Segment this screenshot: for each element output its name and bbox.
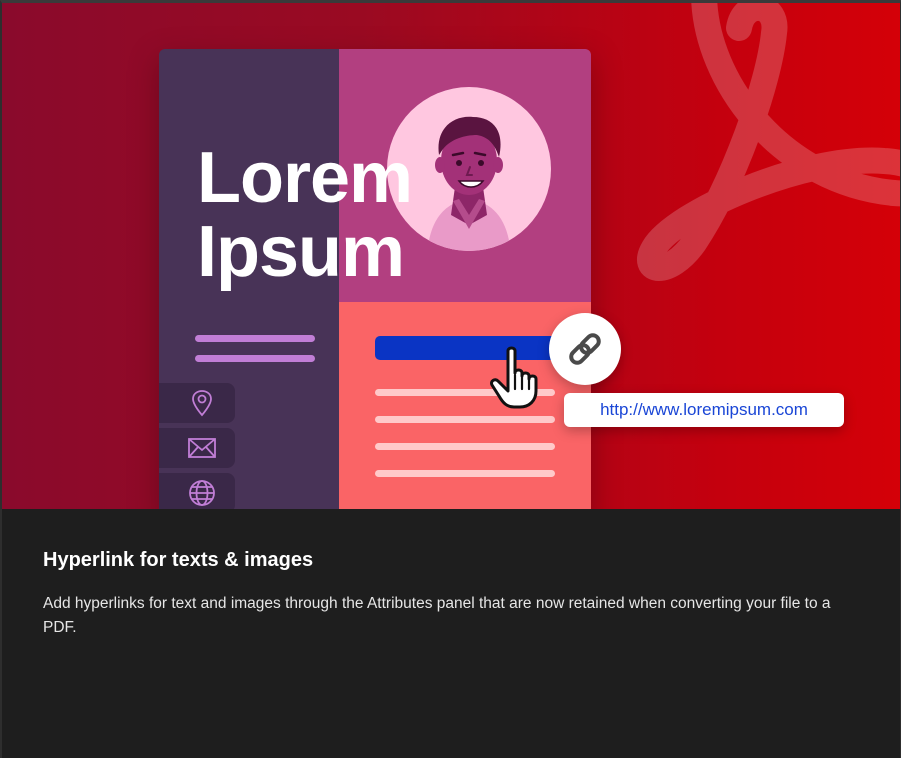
chain-link-icon bbox=[569, 333, 601, 365]
globe-icon bbox=[189, 480, 215, 506]
text-line-placeholder bbox=[375, 443, 555, 450]
card-title: Lorem Ipsum bbox=[197, 138, 413, 292]
text-line-placeholder bbox=[375, 470, 555, 477]
location-pin-icon bbox=[192, 390, 212, 417]
hand-pointer-icon bbox=[490, 346, 538, 409]
acrobat-logo bbox=[637, 3, 900, 281]
url-tooltip: http://www.loremipsum.com bbox=[564, 393, 844, 427]
resume-card: Lorem Ipsum bbox=[159, 49, 591, 509]
email-tile bbox=[159, 428, 235, 468]
feature-caption: Hyperlink for texts & images Add hyperli… bbox=[43, 549, 863, 640]
envelope-icon bbox=[188, 438, 216, 458]
text-line-placeholder bbox=[195, 335, 315, 342]
card-title-line1: Lorem bbox=[197, 138, 413, 218]
hero-illustration: Lorem Ipsum http://www.loremipsum.com bbox=[2, 3, 900, 509]
location-tile bbox=[159, 383, 235, 423]
text-line-placeholder bbox=[375, 416, 555, 423]
card-title-line2: Ipsum bbox=[197, 212, 405, 292]
text-line-placeholder bbox=[195, 355, 315, 362]
feature-description: Add hyperlinks for text and images throu… bbox=[43, 595, 831, 636]
feature-card: Lorem Ipsum http://www.loremipsum.com Hy… bbox=[0, 0, 901, 758]
website-tile bbox=[159, 473, 235, 509]
link-badge bbox=[549, 313, 621, 385]
feature-title: Hyperlink for texts & images bbox=[43, 549, 314, 571]
